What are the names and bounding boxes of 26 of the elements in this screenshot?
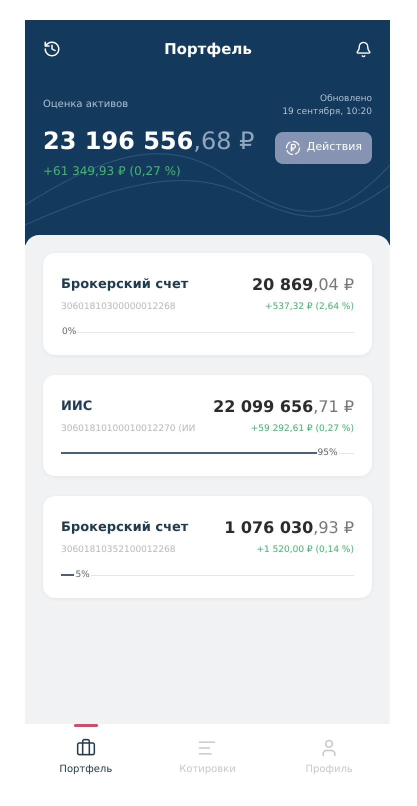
updated-label: Обновлено (320, 92, 372, 106)
assets-label: Оценка активов (43, 98, 128, 112)
account-amount: 20 869,04 ₽ (252, 274, 354, 296)
account-change: +59 292,61 ₽ (0,27 %) (250, 422, 354, 436)
nav-tab[interactable]: Портфель (25, 724, 147, 790)
account-number: 30601810100010012270 (ИИ (61, 422, 196, 436)
updated-time: 19 сентября, 10:20 (282, 106, 372, 119)
account-amount: 22 099 656,71 ₽ (213, 396, 354, 418)
account-name: ИИС (61, 398, 92, 416)
account-card[interactable]: ИИС 22 099 656,71 ₽ 30601810100010012270 (ИИ +59 292,61 ₽ (0,27 %) 95% (43, 374, 372, 476)
total-change: +61 349,93 ₽ (0,27 %) (43, 162, 182, 180)
account-change: +537,32 ₽ (2,64 %) (265, 301, 354, 314)
account-number: 30601810352100012268 (61, 544, 176, 557)
account-number: 30601810300000012268 (61, 301, 176, 314)
account-card[interactable]: Брокерский счет 20 869,04 ₽ 30601810300000012268 +537,32 ₽ (2,64 %) 0% (43, 253, 372, 354)
briefcase-icon (76, 738, 96, 758)
account-change: +1 520,00 ₽ (0,14 %) (256, 544, 354, 557)
account-amount: 1 076 030,93 ₽ (224, 517, 354, 539)
history-icon[interactable] (43, 40, 61, 58)
ruble-coin-icon (284, 140, 301, 156)
account-name: Брокерский счет (61, 276, 188, 294)
account-card[interactable]: Брокерский счет 1 076 030,93 ₽ 30601810352100012268 +1 520,00 ₽ (0,14 %) 5% (43, 496, 372, 598)
notifications-icon[interactable] (354, 40, 372, 58)
screen-title: Портфель (164, 39, 252, 60)
account-name: Брокерский счет (61, 519, 188, 538)
total-amount: 23 196 556,68 ₽ (43, 126, 254, 156)
